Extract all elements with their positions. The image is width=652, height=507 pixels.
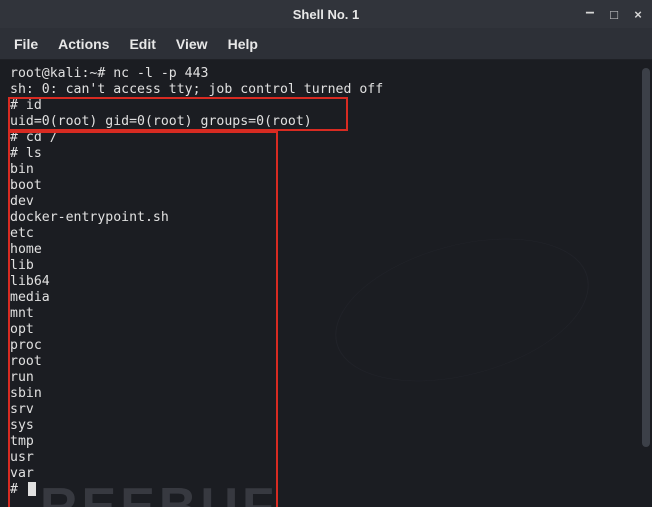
ls-output: binbootdevdocker-entrypoint.shetchomelib… <box>10 162 642 482</box>
maximize-button[interactable]: □ <box>606 8 622 21</box>
list-item: sys <box>10 418 642 434</box>
list-item: usr <box>10 450 642 466</box>
close-button[interactable]: × <box>630 8 646 21</box>
list-item: var <box>10 466 642 482</box>
shell-prompt: # <box>10 482 642 498</box>
list-item: root <box>10 354 642 370</box>
ls-command: # ls <box>10 146 642 162</box>
list-item: media <box>10 290 642 306</box>
watermark: REEBUF <box>40 499 278 507</box>
id-command: # id <box>10 98 642 114</box>
menubar: File Actions Edit View Help <box>0 28 652 60</box>
titlebar[interactable]: Shell No. 1 − □ × <box>0 0 652 28</box>
window-controls: − □ × <box>582 6 646 22</box>
scroll-thumb[interactable] <box>642 68 650 447</box>
minimize-button[interactable]: − <box>582 6 598 22</box>
list-item: sbin <box>10 386 642 402</box>
menu-file[interactable]: File <box>14 36 38 52</box>
list-item: opt <box>10 322 642 338</box>
window-title: Shell No. 1 <box>293 7 359 22</box>
menu-actions[interactable]: Actions <box>58 36 109 52</box>
list-item: lib <box>10 258 642 274</box>
terminal-body[interactable]: root@kali:~# nc -l -p 443 sh: 0: can't a… <box>0 60 652 507</box>
terminal-window: Shell No. 1 − □ × File Actions Edit View… <box>0 0 652 507</box>
list-item: home <box>10 242 642 258</box>
sh-warning: sh: 0: can't access tty; job control tur… <box>10 82 642 98</box>
list-item: dev <box>10 194 642 210</box>
list-item: bin <box>10 162 642 178</box>
list-item: run <box>10 370 642 386</box>
list-item: srv <box>10 402 642 418</box>
id-output: uid=0(root) gid=0(root) groups=0(root) <box>10 114 642 130</box>
list-item: mnt <box>10 306 642 322</box>
menu-view[interactable]: View <box>176 36 208 52</box>
list-item: docker-entrypoint.sh <box>10 210 642 226</box>
prompt-line: root@kali:~# nc -l -p 443 <box>10 66 642 82</box>
menu-help[interactable]: Help <box>228 36 258 52</box>
list-item: etc <box>10 226 642 242</box>
cd-command: # cd / <box>10 130 642 146</box>
list-item: tmp <box>10 434 642 450</box>
list-item: lib64 <box>10 274 642 290</box>
list-item: proc <box>10 338 642 354</box>
list-item: boot <box>10 178 642 194</box>
cursor <box>28 482 36 496</box>
menu-edit[interactable]: Edit <box>129 36 155 52</box>
